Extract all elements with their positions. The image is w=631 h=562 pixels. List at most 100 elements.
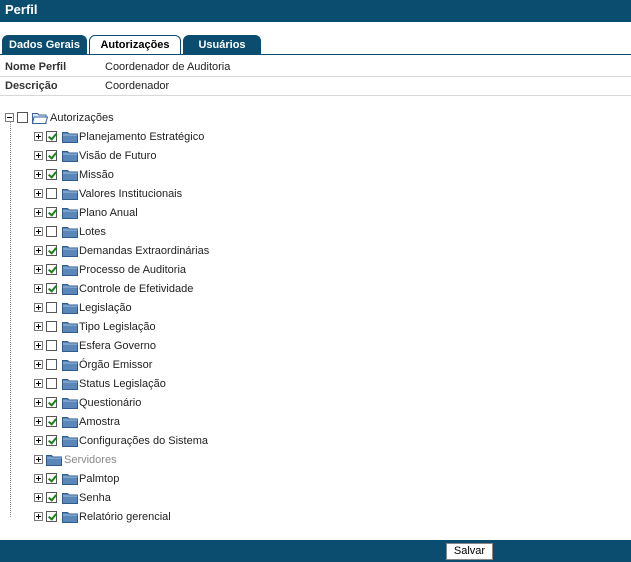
tab-usuarios[interactable]: Usuários bbox=[183, 35, 261, 54]
tree-item-amostra: Amostra bbox=[34, 414, 234, 430]
folder-icon bbox=[62, 208, 78, 219]
folder-icon bbox=[46, 455, 62, 466]
tree-item-checkbox[interactable] bbox=[46, 169, 57, 180]
tree-item-checkbox[interactable] bbox=[46, 473, 57, 484]
tree-item-label[interactable]: Esfera Governo bbox=[79, 340, 156, 352]
tree-item-checkbox[interactable] bbox=[46, 378, 57, 389]
tree-item-legislacao: Legislação bbox=[34, 300, 234, 316]
tab-autorizacoes[interactable]: Autorizações bbox=[89, 35, 181, 55]
tree-connector-line bbox=[10, 121, 11, 517]
expand-icon[interactable] bbox=[34, 474, 43, 483]
expand-icon[interactable] bbox=[34, 341, 43, 350]
expand-icon[interactable] bbox=[34, 398, 43, 407]
folder-icon bbox=[62, 227, 78, 238]
save-button[interactable]: Salvar bbox=[446, 543, 493, 560]
tree-item-label[interactable]: Visão de Futuro bbox=[79, 150, 156, 162]
expand-icon[interactable] bbox=[34, 132, 43, 141]
expand-icon[interactable] bbox=[34, 208, 43, 217]
root-checkbox[interactable] bbox=[17, 112, 28, 123]
expand-icon[interactable] bbox=[34, 322, 43, 331]
tree-item-questionario: Questionário bbox=[34, 395, 234, 411]
profile-name-label: Nome Perfil bbox=[5, 61, 67, 73]
tree-item-label[interactable]: Tipo Legislação bbox=[79, 321, 156, 333]
tree-item-checkbox[interactable] bbox=[46, 435, 57, 446]
tree-item-checkbox[interactable] bbox=[46, 226, 57, 237]
expand-icon[interactable] bbox=[34, 151, 43, 160]
tree-item-checkbox[interactable] bbox=[46, 397, 57, 408]
expand-icon[interactable] bbox=[34, 265, 43, 274]
tree-item-valores-institucionais: Valores Institucionais bbox=[34, 186, 234, 202]
expand-icon[interactable] bbox=[34, 455, 43, 464]
tree-item-label[interactable]: Servidores bbox=[64, 454, 117, 466]
tree-item-label[interactable]: Órgão Emissor bbox=[79, 359, 152, 371]
tree-item-checkbox[interactable] bbox=[46, 416, 57, 427]
tree-item-label[interactable]: Lotes bbox=[79, 226, 106, 238]
folder-icon bbox=[62, 436, 78, 447]
tree-item-checkbox[interactable] bbox=[46, 283, 57, 294]
tab-dados-gerais[interactable]: Dados Gerais bbox=[2, 35, 87, 54]
tree-item-esfera-governo: Esfera Governo bbox=[34, 338, 234, 354]
tree-item-label[interactable]: Planejamento Estratégico bbox=[79, 131, 204, 143]
folder-icon bbox=[62, 151, 78, 162]
tree-item-servidores: Servidores bbox=[34, 452, 234, 468]
tree-item-label[interactable]: Palmtop bbox=[79, 473, 119, 485]
tree-item-checkbox[interactable] bbox=[46, 131, 57, 142]
tree-item-checkbox[interactable] bbox=[46, 359, 57, 370]
tree-item-label[interactable]: Demandas Extraordinárias bbox=[79, 245, 209, 257]
tree-item-checkbox[interactable] bbox=[46, 150, 57, 161]
expand-icon[interactable] bbox=[34, 246, 43, 255]
tree-item-checkbox[interactable] bbox=[46, 245, 57, 256]
tree-item-label[interactable]: Controle de Efetividade bbox=[79, 283, 193, 295]
expand-icon[interactable] bbox=[34, 436, 43, 445]
tree-item-label[interactable]: Amostra bbox=[79, 416, 120, 428]
tree-item-label[interactable]: Missão bbox=[79, 169, 114, 181]
expand-icon[interactable] bbox=[34, 379, 43, 388]
folder-icon bbox=[62, 189, 78, 200]
expand-icon[interactable] bbox=[34, 512, 43, 521]
tree-item-label[interactable]: Processo de Auditoria bbox=[79, 264, 186, 276]
folder-icon bbox=[62, 246, 78, 257]
tree-item-checkbox[interactable] bbox=[46, 188, 57, 199]
tree-item-checkbox[interactable] bbox=[46, 511, 57, 522]
expand-icon[interactable] bbox=[34, 170, 43, 179]
footer-bar: Salvar bbox=[0, 540, 631, 562]
expand-icon[interactable] bbox=[34, 227, 43, 236]
expand-icon[interactable] bbox=[34, 417, 43, 426]
folder-icon bbox=[62, 474, 78, 485]
tree-item-processo-de-auditoria: Processo de Auditoria bbox=[34, 262, 234, 278]
tree-item-checkbox[interactable] bbox=[46, 321, 57, 332]
tree-root: Autorizações bbox=[5, 110, 145, 126]
expand-icon[interactable] bbox=[34, 493, 43, 502]
tree-item-checkbox[interactable] bbox=[46, 340, 57, 351]
tree-item-palmtop: Palmtop bbox=[34, 471, 234, 487]
tree-item-label[interactable]: Status Legislação bbox=[79, 378, 166, 390]
profile-description-row: Descrição Coordenador bbox=[0, 77, 631, 96]
title-bar: Perfil bbox=[0, 0, 631, 22]
tree-item-label[interactable]: Valores Institucionais bbox=[79, 188, 182, 200]
tree-item-label[interactable]: Plano Anual bbox=[79, 207, 138, 219]
profile-name-value: Coordenador de Auditoria bbox=[105, 61, 231, 73]
tree-item-label[interactable]: Senha bbox=[79, 492, 111, 504]
tree-item-checkbox[interactable] bbox=[46, 264, 57, 275]
expand-icon[interactable] bbox=[34, 189, 43, 198]
tree-item-label[interactable]: Questionário bbox=[79, 397, 141, 409]
tree-item-configuracoes-do-sistema: Configurações do Sistema bbox=[34, 433, 234, 449]
tree-item-planejamento-estrategico: Planejamento Estratégico bbox=[34, 129, 234, 145]
root-label[interactable]: Autorizações bbox=[50, 112, 114, 124]
tree-item-checkbox[interactable] bbox=[46, 207, 57, 218]
expand-icon[interactable] bbox=[34, 303, 43, 312]
profile-description-label: Descrição bbox=[5, 80, 58, 92]
folder-icon bbox=[62, 132, 78, 143]
folder-icon bbox=[62, 398, 78, 409]
folder-icon bbox=[62, 303, 78, 314]
tree-item-visao-de-futuro: Visão de Futuro bbox=[34, 148, 234, 164]
tree-item-checkbox[interactable] bbox=[46, 302, 57, 313]
tree-item-status-legislacao: Status Legislação bbox=[34, 376, 234, 392]
expand-icon[interactable] bbox=[34, 360, 43, 369]
tree-item-label[interactable]: Legislação bbox=[79, 302, 132, 314]
tree-item-checkbox[interactable] bbox=[46, 492, 57, 503]
expand-icon[interactable] bbox=[34, 284, 43, 293]
tree-item-label[interactable]: Configurações do Sistema bbox=[79, 435, 208, 447]
tree-item-label[interactable]: Relatório gerencial bbox=[79, 511, 171, 523]
window-title: Perfil bbox=[5, 2, 38, 17]
